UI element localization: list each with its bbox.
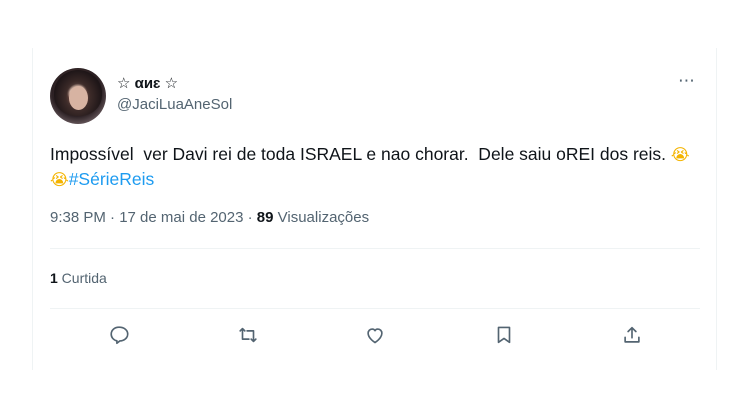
action-bar — [50, 310, 700, 362]
tweet-main-text: Impossível ver Davi rei de toda ISRAEL e… — [50, 144, 671, 164]
views-count: 89 — [256, 209, 274, 226]
author-names: ☆ αиɛ ☆ @JaciLuaAneSol — [117, 74, 232, 115]
views-label: Visualizações — [273, 209, 370, 226]
tweet-card: ☆ αиɛ ☆ @JaciLuaAneSol ⋯ Impossível ver … — [32, 48, 717, 370]
hashtag-link[interactable]: #SérieReis — [69, 169, 155, 189]
reply-icon[interactable] — [108, 324, 130, 346]
tweet-text: Impossível ver Davi rei de toda ISRAEL e… — [50, 142, 702, 192]
avatar-face — [69, 86, 88, 110]
divider — [50, 248, 700, 249]
crying-face-emoji: 😭 — [50, 170, 69, 189]
crying-face-emoji: 😭 — [670, 145, 690, 164]
divider — [50, 308, 700, 309]
tweet-timestamp[interactable]: 9:38 PM · 17 de mai de 2023 · — [50, 209, 257, 226]
likes-label: Curtida — [57, 270, 107, 286]
username[interactable]: @JaciLuaAneSol — [117, 95, 232, 115]
share-icon[interactable] — [621, 324, 643, 346]
tweet-metadata: 9:38 PM · 17 de mai de 2023 · 89 Visuali… — [50, 208, 369, 228]
avatar[interactable] — [50, 68, 106, 124]
more-options-icon[interactable]: ⋯ — [678, 72, 696, 90]
tweet-header: ☆ αиɛ ☆ @JaciLuaAneSol ⋯ — [50, 68, 700, 126]
likes-count: 1 — [50, 270, 58, 286]
bookmark-icon[interactable] — [493, 324, 515, 346]
like-icon[interactable] — [364, 324, 386, 346]
retweet-icon[interactable] — [237, 324, 259, 346]
likes-summary[interactable]: 1 Curtida — [50, 268, 107, 288]
display-name[interactable]: ☆ αиɛ ☆ — [117, 74, 232, 94]
